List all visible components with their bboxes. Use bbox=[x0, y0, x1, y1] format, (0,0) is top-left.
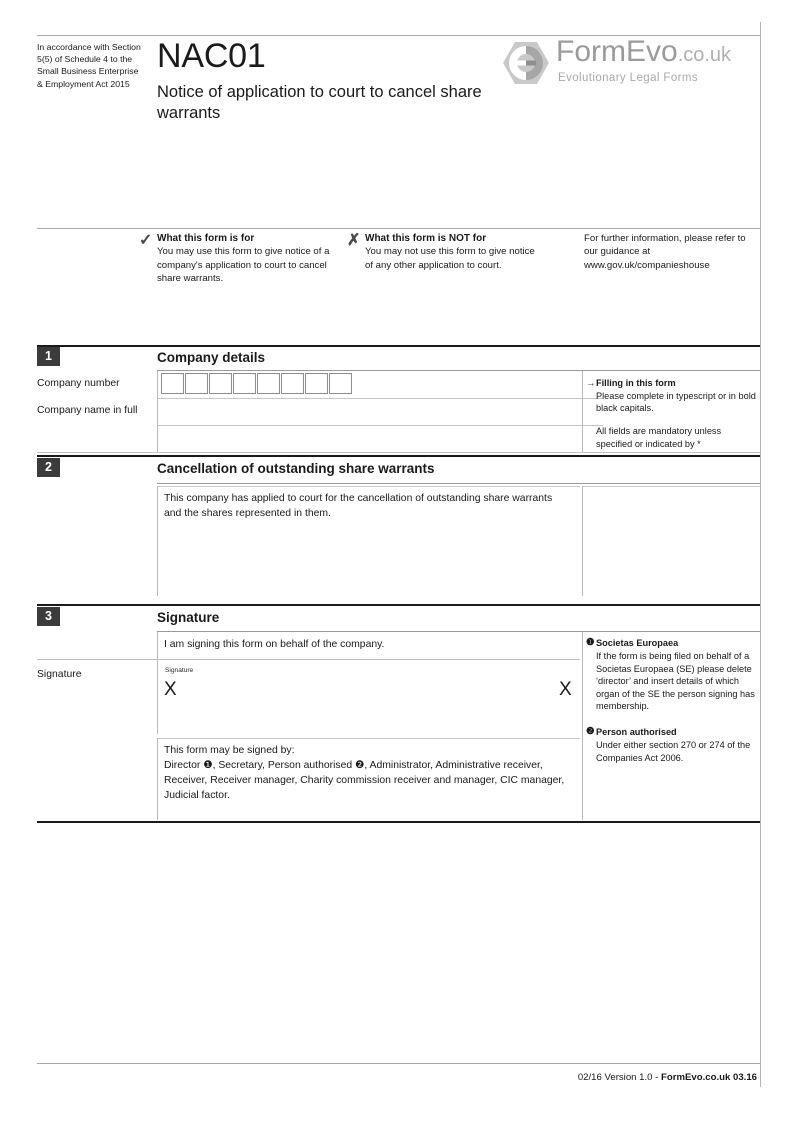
form-page: In accordance with Section 5(5) of Sched… bbox=[0, 0, 800, 1131]
section-2-right-box-left-rule bbox=[582, 486, 583, 596]
form-title: Notice of application to court to cancel… bbox=[157, 83, 482, 122]
section-1-number: 1 bbox=[37, 347, 60, 366]
form-code: NAC01 bbox=[157, 37, 266, 75]
guidance-filling-in-para2: All fields are mandatory unless specifie… bbox=[596, 426, 722, 449]
guidance-filling-in-heading: Filling in this form bbox=[596, 378, 676, 388]
section-3-title-rule bbox=[157, 631, 760, 632]
guidance-note-2: Person authorised bbox=[596, 726, 759, 739]
arrow-right-icon: → bbox=[586, 378, 596, 389]
section-1-top-rule bbox=[37, 345, 760, 347]
guidance-note-1-heading: Societas Europaea bbox=[596, 638, 679, 648]
note-1-marker: ❶ bbox=[586, 637, 595, 648]
logo-tagline: Evolutionary Legal Forms bbox=[558, 72, 698, 84]
guidance-note-1: Societas Europaea bbox=[596, 637, 759, 650]
further-information: For further information, please refer to… bbox=[584, 232, 759, 272]
guidance-note-1-body: If the form is being filed on behalf of … bbox=[596, 651, 755, 712]
further-information-body: For further information, please refer to… bbox=[584, 233, 746, 271]
check-icon: ✓ bbox=[139, 232, 153, 249]
guidance-filling-in: Filling in this form Please complete in … bbox=[596, 377, 756, 415]
company-number-cell-5[interactable] bbox=[257, 373, 280, 394]
signature-mark-right[interactable]: X bbox=[559, 680, 572, 699]
info-band-top-rule bbox=[37, 228, 760, 229]
what-form-is-not-for-body: You may not use this form to give notice… bbox=[365, 246, 535, 271]
footer-rule bbox=[37, 1063, 760, 1064]
section-3-statement-bottom-rule bbox=[37, 659, 580, 660]
company-name-rule-top bbox=[157, 398, 603, 399]
logo-wordmark: FormEvo.co.uk bbox=[556, 35, 731, 72]
footer-version: 02/16 Version 1.0 - bbox=[577, 1072, 662, 1083]
section-1-title: Company details bbox=[157, 350, 266, 365]
guidance-divider bbox=[582, 371, 583, 452]
signature-box-left-rule bbox=[157, 660, 158, 734]
section-3-statement: I am signing this form on behalf of the … bbox=[164, 639, 385, 650]
accordance-note: In accordance with Section 5(5) of Sched… bbox=[37, 42, 141, 89]
logo-brand: FormEvo bbox=[556, 35, 678, 68]
section-3-top-rule bbox=[37, 604, 760, 606]
section-3-title: Signature bbox=[157, 610, 220, 625]
company-name-rule-bottom bbox=[37, 452, 760, 453]
what-form-is-for-body: You may use this form to give notice of … bbox=[157, 246, 330, 284]
field-divider bbox=[157, 426, 158, 452]
company-number-cell-8[interactable] bbox=[329, 373, 352, 394]
section-2-box-top-rule bbox=[157, 486, 580, 487]
section-1-title-rule bbox=[157, 370, 760, 371]
what-form-is-not-for-heading: What this form is NOT for bbox=[365, 233, 487, 244]
cross-icon: ✗ bbox=[347, 232, 361, 249]
section-2-box-left-rule bbox=[157, 486, 158, 596]
signed-by-box-top-rule bbox=[157, 738, 580, 739]
guidance-note-1-body-wrap: If the form is being filed on behalf of … bbox=[596, 650, 759, 713]
company-number-cell-6[interactable] bbox=[281, 373, 304, 394]
company-number-label: Company number bbox=[37, 378, 120, 389]
section-2-right-box-top-rule bbox=[582, 486, 760, 487]
field-divider bbox=[157, 399, 158, 425]
guidance-note-2-body-wrap: Under either section 270 or 274 of the C… bbox=[596, 739, 756, 764]
guidance-note-2-body: Under either section 270 or 274 of the C… bbox=[596, 740, 751, 763]
what-form-is-for: What this form is for You may use this f… bbox=[157, 232, 337, 285]
company-number-cell-1[interactable] bbox=[161, 373, 184, 394]
footer-brand: FormEvo.co.uk 03.16 bbox=[661, 1072, 757, 1083]
signature-mark-left[interactable]: X bbox=[164, 680, 177, 699]
signature-caption: Signature bbox=[165, 667, 194, 674]
signed-by-box-left-rule bbox=[157, 738, 158, 820]
guidance-divider bbox=[582, 632, 583, 820]
section-2-statement: This company has applied to court for th… bbox=[164, 493, 553, 519]
guidance-filling-in-para1: Please complete in typescript or in bold… bbox=[596, 390, 756, 414]
guidance-filling-in-para2-wrap: All fields are mandatory unless specifie… bbox=[596, 425, 758, 450]
section-3-bottom-rule bbox=[37, 821, 760, 823]
section-3-number: 3 bbox=[37, 607, 60, 626]
section-2-top-rule bbox=[37, 455, 760, 457]
guidance-note-2-heading: Person authorised bbox=[596, 727, 677, 737]
formevo-logo: FormEvo.co.uk Evolutionary Legal Forms bbox=[500, 35, 760, 96]
section-2-title: Cancellation of outstanding share warran… bbox=[157, 461, 435, 476]
note-2-marker: ❷ bbox=[586, 726, 595, 737]
signed-by-list: Director ❶, Secretary, Person authorised… bbox=[164, 760, 565, 801]
company-number-cell-7[interactable] bbox=[305, 373, 328, 394]
company-number-cell-2[interactable] bbox=[185, 373, 208, 394]
hexagon-arrows-icon bbox=[502, 41, 550, 90]
footer-text: 02/16 Version 1.0 - FormEvo.co.uk 03.16 bbox=[578, 1072, 757, 1083]
company-number-cell-3[interactable] bbox=[209, 373, 232, 394]
company-number-cell-4[interactable] bbox=[233, 373, 256, 394]
signature-row-label: Signature bbox=[37, 669, 82, 680]
company-name-label: Company name in full bbox=[37, 405, 138, 416]
field-divider bbox=[157, 371, 158, 398]
section-2-number: 2 bbox=[37, 458, 60, 477]
section-2-title-rule bbox=[157, 483, 760, 484]
logo-tld: .co.uk bbox=[677, 44, 732, 66]
what-form-is-for-heading: What this form is for bbox=[157, 233, 255, 244]
section-3-statement-left-rule bbox=[157, 632, 158, 659]
page-right-border bbox=[760, 22, 761, 1087]
company-name-rule-mid bbox=[157, 425, 603, 426]
signed-by-intro: This form may be signed by: bbox=[164, 745, 295, 756]
what-form-is-not-for: What this form is NOT for You may not us… bbox=[365, 232, 545, 272]
